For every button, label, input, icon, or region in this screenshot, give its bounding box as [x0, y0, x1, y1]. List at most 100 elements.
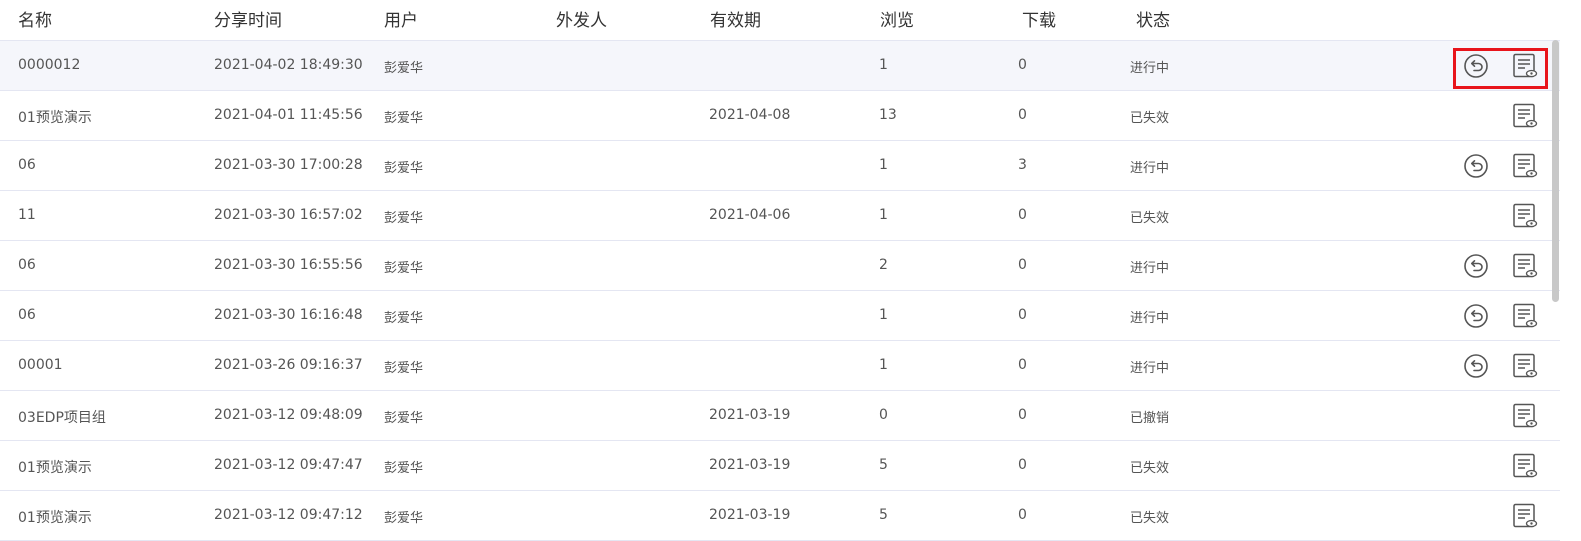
cell-user: 彭爱华	[384, 311, 424, 326]
view-detail-button[interactable]	[1511, 302, 1539, 330]
view-detail-icon	[1513, 103, 1538, 128]
cell-user: 彭爱华	[384, 411, 424, 426]
cell-downloads: 0	[1018, 507, 1027, 523]
column-header-views[interactable]: 浏览	[880, 6, 914, 31]
column-header-sender[interactable]: 外发人	[556, 6, 607, 31]
revoke-button[interactable]	[1462, 152, 1490, 180]
table-row[interactable]: 06 2021-03-30 16:55:56 彭爱华 2 0 进行中	[0, 241, 1560, 291]
cell-status: 进行中	[1130, 161, 1170, 176]
view-detail-icon	[1513, 253, 1538, 278]
table-row[interactable]: 11 2021-03-30 16:57:02 彭爱华 2021-04-06 1 …	[0, 191, 1560, 241]
cell-views: 5	[879, 457, 888, 473]
table-row[interactable]: 00001 2021-03-26 09:16:37 彭爱华 1 0 进行中	[0, 341, 1560, 391]
column-header-status[interactable]: 状态	[1136, 6, 1170, 31]
cell-downloads: 0	[1018, 307, 1027, 323]
table-row[interactable]: 01预览演示 2021-04-01 11:45:56 彭爱华 2021-04-0…	[0, 91, 1560, 141]
cell-name: 01预览演示	[18, 110, 92, 126]
cell-status: 进行中	[1130, 361, 1170, 376]
column-header-expiry[interactable]: 有效期	[710, 6, 761, 31]
scrollbar-thumb[interactable]	[1552, 40, 1559, 302]
cell-user: 彭爱华	[384, 361, 424, 376]
cell-user: 彭爱华	[384, 461, 424, 476]
column-header-share-time[interactable]: 分享时间	[214, 6, 282, 31]
cell-user: 彭爱华	[384, 211, 424, 226]
cell-status: 已撤销	[1130, 411, 1170, 426]
cell-name: 01预览演示	[18, 510, 92, 526]
table-row[interactable]: 01预览演示 2021-03-12 09:47:12 彭爱华 2021-03-1…	[0, 491, 1560, 541]
cell-share-time: 2021-03-30 16:16:48	[214, 307, 363, 323]
table-body: 0000012 2021-04-02 18:49:30 彭爱华 1 0 进行中	[0, 40, 1560, 541]
cell-user: 彭爱华	[384, 61, 424, 76]
column-header-name[interactable]: 名称	[18, 6, 52, 31]
cell-downloads: 0	[1018, 407, 1027, 423]
view-detail-button[interactable]	[1511, 352, 1539, 380]
table-row[interactable]: 06 2021-03-30 16:16:48 彭爱华 1 0 进行中	[0, 291, 1560, 341]
cell-views: 0	[879, 407, 888, 423]
view-detail-icon	[1513, 203, 1538, 228]
cell-user: 彭爱华	[384, 161, 424, 176]
cell-share-time: 2021-03-12 09:47:12	[214, 507, 363, 523]
cell-name: 06	[18, 157, 36, 173]
cell-share-time: 2021-03-26 09:16:37	[214, 357, 363, 373]
cell-downloads: 0	[1018, 57, 1027, 73]
view-detail-button[interactable]	[1511, 502, 1539, 530]
cell-expiry: 2021-04-06	[709, 207, 791, 223]
cell-share-time: 2021-03-30 16:57:02	[214, 207, 363, 223]
cell-views: 1	[879, 207, 888, 223]
view-detail-button[interactable]	[1511, 452, 1539, 480]
view-detail-button[interactable]	[1511, 402, 1539, 430]
cell-name: 0000012	[18, 57, 81, 73]
revoke-icon	[1464, 54, 1488, 78]
cell-user: 彭爱华	[384, 111, 424, 126]
view-detail-icon	[1513, 153, 1538, 178]
cell-views: 1	[879, 57, 888, 73]
table-row[interactable]: 06 2021-03-30 17:00:28 彭爱华 1 3 进行中	[0, 141, 1560, 191]
cell-name: 03EDP项目组	[18, 410, 106, 426]
cell-share-time: 2021-03-30 16:55:56	[214, 257, 363, 273]
view-detail-button[interactable]	[1511, 202, 1539, 230]
cell-user: 彭爱华	[384, 511, 424, 526]
cell-status: 进行中	[1130, 311, 1170, 326]
revoke-icon	[1464, 354, 1488, 378]
cell-status: 已失效	[1130, 111, 1170, 126]
revoke-button[interactable]	[1462, 302, 1490, 330]
cell-name: 11	[18, 207, 36, 223]
view-detail-button[interactable]	[1511, 102, 1539, 130]
table-row[interactable]: 0000012 2021-04-02 18:49:30 彭爱华 1 0 进行中	[0, 40, 1560, 91]
revoke-icon	[1464, 254, 1488, 278]
cell-downloads: 0	[1018, 207, 1027, 223]
cell-status: 已失效	[1130, 461, 1170, 476]
cell-expiry: 2021-04-08	[709, 107, 791, 123]
revoke-button[interactable]	[1462, 52, 1490, 80]
view-detail-icon	[1513, 303, 1538, 328]
table-header: 名称 分享时间 用户 外发人 有效期 浏览 下载 状态	[0, 0, 1560, 40]
table-row[interactable]: 03EDP项目组 2021-03-12 09:48:09 彭爱华 2021-03…	[0, 391, 1560, 441]
cell-expiry: 2021-03-19	[709, 407, 791, 423]
view-detail-button[interactable]	[1511, 252, 1539, 280]
cell-status: 进行中	[1130, 61, 1170, 76]
cell-status: 已失效	[1130, 211, 1170, 226]
cell-views: 5	[879, 507, 888, 523]
cell-status: 进行中	[1130, 261, 1170, 276]
cell-name: 01预览演示	[18, 460, 92, 476]
cell-share-time: 2021-03-30 17:00:28	[214, 157, 363, 173]
revoke-button[interactable]	[1462, 352, 1490, 380]
cell-downloads: 3	[1018, 157, 1027, 173]
column-header-downloads[interactable]: 下载	[1022, 6, 1056, 31]
cell-views: 1	[879, 157, 888, 173]
view-detail-button[interactable]	[1511, 52, 1539, 80]
cell-name: 06	[18, 307, 36, 323]
table-row[interactable]: 01预览演示 2021-03-12 09:47:47 彭爱华 2021-03-1…	[0, 441, 1560, 491]
cell-views: 13	[879, 107, 897, 123]
view-detail-button[interactable]	[1511, 152, 1539, 180]
cell-downloads: 0	[1018, 457, 1027, 473]
revoke-button[interactable]	[1462, 252, 1490, 280]
cell-name: 06	[18, 257, 36, 273]
cell-views: 1	[879, 307, 888, 323]
cell-share-time: 2021-03-12 09:48:09	[214, 407, 363, 423]
cell-views: 1	[879, 357, 888, 373]
revoke-icon	[1464, 304, 1488, 328]
view-detail-icon	[1513, 403, 1538, 428]
column-header-user[interactable]: 用户	[384, 6, 418, 31]
cell-status: 已失效	[1130, 511, 1170, 526]
